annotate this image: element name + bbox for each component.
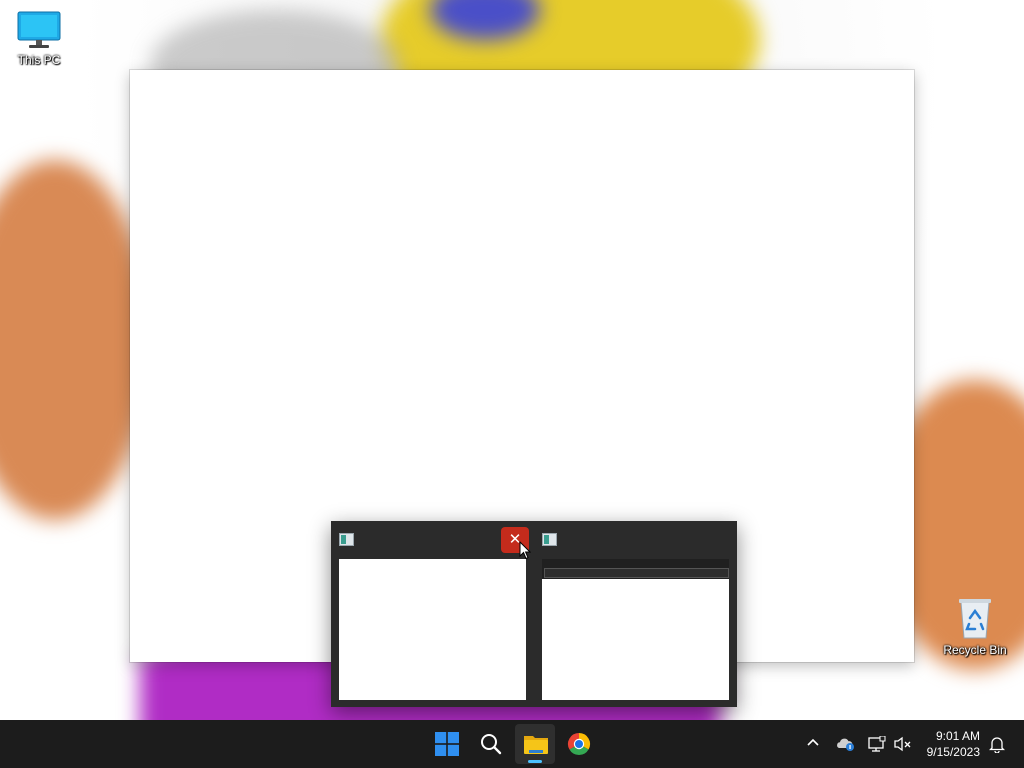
- volume-muted-icon: [894, 736, 911, 752]
- build-watermark: ation copy. Build 25947: [735, 700, 849, 712]
- windows-logo-icon: [435, 732, 459, 756]
- app-window-icon: [542, 533, 557, 546]
- network-icon: [868, 736, 886, 752]
- thumbnail-preview-toolbar: [542, 559, 729, 579]
- onedrive-icon: [837, 738, 854, 751]
- notifications-button[interactable]: [986, 720, 1008, 768]
- volume-button[interactable]: [892, 720, 914, 768]
- start-button[interactable]: [427, 724, 467, 764]
- chrome-button[interactable]: [559, 724, 599, 764]
- desktop-icon-label: This PC: [17, 53, 61, 67]
- wallpaper-blob-left: [0, 160, 150, 520]
- app-window-icon: [339, 533, 354, 546]
- search-icon: [481, 734, 502, 755]
- show-hidden-icons-button[interactable]: [802, 720, 824, 768]
- network-button[interactable]: [866, 720, 888, 768]
- thumbnail-preview: [542, 579, 729, 700]
- onedrive-button[interactable]: [834, 720, 858, 768]
- file-explorer-button[interactable]: [515, 724, 555, 764]
- thumbnail-titlebar: [534, 521, 737, 559]
- thumbnail-window-2[interactable]: [534, 521, 737, 707]
- desktop-icon-this-pc[interactable]: This PC: [7, 10, 71, 67]
- active-indicator: [528, 760, 542, 763]
- thumbnail-preview: [339, 559, 526, 700]
- clock[interactable]: 9:01 AM 9/15/2023: [927, 728, 980, 760]
- chevron-up-icon: [807, 738, 819, 746]
- thumbnail-address-bar: [544, 568, 729, 578]
- mouse-cursor-icon: [519, 541, 531, 560]
- notification-bell-icon: [989, 737, 1005, 753]
- thumbnail-titlebar: ✕: [331, 521, 534, 559]
- taskbar: 9:01 AM 9/15/2023: [0, 720, 1024, 768]
- monitor-icon: [17, 11, 61, 48]
- clock-date: 9/15/2023: [926, 745, 980, 759]
- desktop-icon-label: Recycle Bin: [943, 643, 1007, 657]
- desktop-icon-recycle-bin[interactable]: Recycle Bin: [943, 596, 1007, 657]
- thumbnail-window-1[interactable]: ✕: [331, 521, 534, 707]
- chrome-icon: [567, 733, 591, 756]
- clock-time: 9:01 AM: [935, 729, 980, 743]
- search-button[interactable]: [471, 724, 511, 764]
- taskbar-thumbnail-popup: ✕: [331, 521, 737, 707]
- folder-icon: [524, 736, 548, 754]
- recycle-bin-icon: [959, 599, 991, 639]
